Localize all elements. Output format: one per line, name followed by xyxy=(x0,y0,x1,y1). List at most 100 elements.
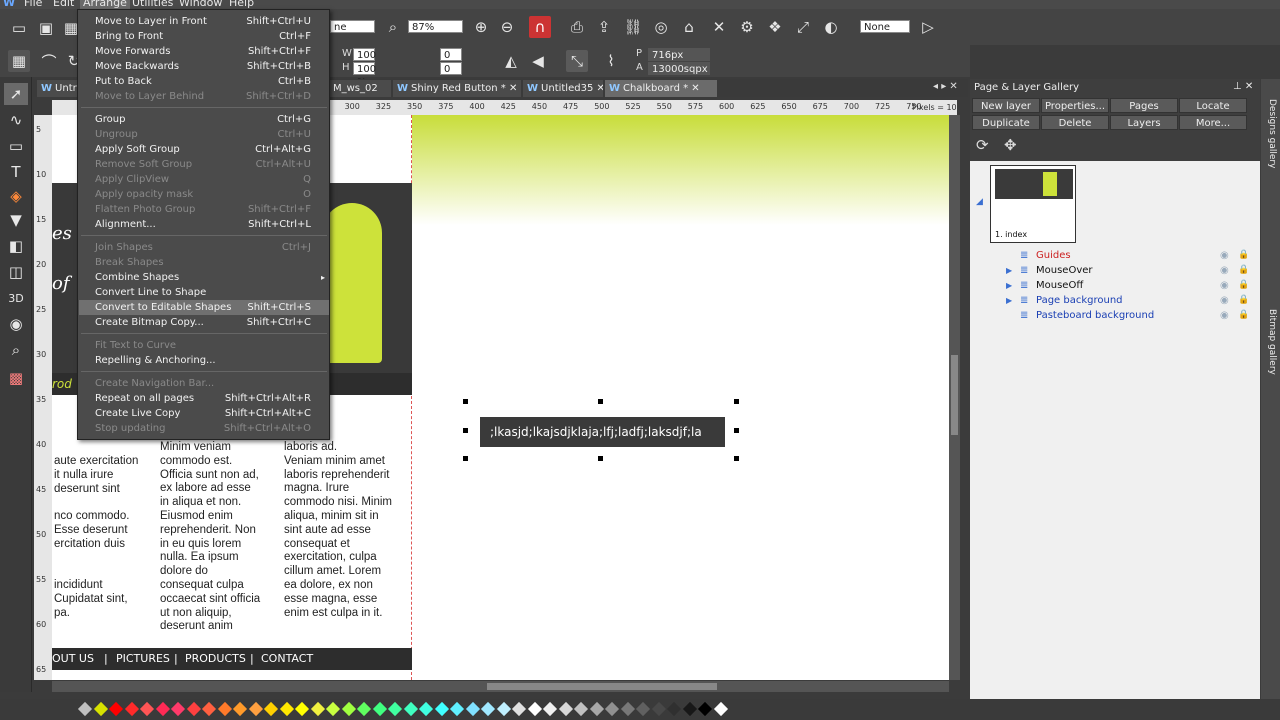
layer-row[interactable]: ▶ ≣ MouseOver ◉ 🔒 xyxy=(1006,263,1250,278)
menu-item-0[interactable]: Move to Layer in Front Shift+Ctrl+U xyxy=(79,14,329,29)
shape-editor-tool-icon[interactable]: ∿ xyxy=(4,109,28,131)
color-swatch[interactable] xyxy=(310,701,325,717)
rotation-field[interactable]: 0 xyxy=(440,48,462,61)
menu-item-19[interactable]: Create Bitmap Copy... Shift+Ctrl+C xyxy=(79,315,329,330)
menu-item-24[interactable]: Create Live Copy Shift+Ctrl+Alt+C xyxy=(79,406,329,421)
layer-row[interactable]: ▶ ≣ MouseOff ◉ 🔒 xyxy=(1006,278,1250,293)
transparency-tool-icon[interactable]: ▼ xyxy=(4,209,28,231)
lock-icon[interactable]: 🔒 xyxy=(1238,293,1249,308)
object-icon[interactable]: ❖ xyxy=(764,16,786,38)
menu-item-8[interactable]: Apply Soft Group Ctrl+Alt+G xyxy=(79,142,329,157)
color-swatch[interactable] xyxy=(372,701,387,717)
color-swatch[interactable] xyxy=(620,701,635,717)
duplicate-button[interactable]: Duplicate xyxy=(972,115,1040,130)
color-swatch[interactable] xyxy=(434,701,449,717)
visibility-eye-icon[interactable]: ◉ xyxy=(1220,278,1229,293)
flip-vertical-icon[interactable]: ◀ xyxy=(527,50,549,72)
menu-item-18[interactable]: Convert to Editable Shapes Shift+Ctrl+S xyxy=(79,300,329,315)
horizontal-scrollbar[interactable] xyxy=(52,681,949,692)
zoom-tool-icon[interactable]: ⌕ xyxy=(4,339,28,361)
width-percent[interactable]: 100 % xyxy=(353,48,376,74)
color-swatch[interactable] xyxy=(387,701,403,717)
expand-icon[interactable]: ▶ xyxy=(1006,263,1012,278)
color-swatch[interactable] xyxy=(682,701,697,717)
menu-help[interactable]: Help xyxy=(229,0,254,9)
menu-window[interactable]: Window xyxy=(179,0,222,9)
menu-item-1[interactable]: Bring to Front Ctrl+F xyxy=(79,29,329,44)
close-doc-icon[interactable]: ✕ xyxy=(708,16,730,38)
color-swatch[interactable] xyxy=(139,701,155,717)
nav-about[interactable]: OUT US xyxy=(52,648,94,670)
new-layer-button[interactable]: New layer xyxy=(972,98,1040,113)
color-swatch[interactable] xyxy=(93,701,108,717)
nav-pictures[interactable]: PICTURES xyxy=(116,648,170,670)
color-swatch[interactable] xyxy=(186,701,201,717)
rectangle-tool-icon[interactable]: ▭ xyxy=(4,135,28,157)
bevel-tool-icon[interactable]: ◫ xyxy=(4,261,28,283)
color-swatch[interactable] xyxy=(217,701,232,717)
nav-contact[interactable]: CONTACT xyxy=(261,648,313,670)
menu-utilities[interactable]: Utilities xyxy=(132,0,173,9)
export-icon[interactable]: ⇪ xyxy=(593,16,615,38)
selector-mode-icon[interactable]: ▦ xyxy=(8,50,30,72)
color-swatch[interactable] xyxy=(651,701,666,717)
zoom-out-icon[interactable]: ⊖ xyxy=(496,16,518,38)
3d-tool-icon[interactable]: 3D xyxy=(4,287,28,309)
color-swatch[interactable] xyxy=(248,701,263,717)
color-swatch[interactable] xyxy=(713,701,728,717)
selector-tool-icon[interactable]: ➚ xyxy=(4,83,28,105)
delete-button[interactable]: Delete xyxy=(1041,115,1109,130)
shadow-tool-icon[interactable]: ◧ xyxy=(4,235,28,257)
menu-item-23[interactable]: Repeat on all pages Shift+Ctrl+Alt+R xyxy=(79,391,329,406)
properties-button[interactable]: Properties... xyxy=(1041,98,1109,113)
expand-page-icon[interactable]: ◢ xyxy=(976,197,983,207)
menu-item-21[interactable]: Repelling & Anchoring... xyxy=(79,353,329,368)
text-tool-icon[interactable]: T xyxy=(4,161,28,183)
zoom-select[interactable]: 87% xyxy=(408,20,463,33)
menu-item-13[interactable]: Alignment... Shift+Ctrl+L xyxy=(79,217,329,232)
color-swatch[interactable] xyxy=(77,701,93,717)
lock-icon[interactable]: 🔒 xyxy=(1238,278,1249,293)
color-swatch[interactable] xyxy=(480,701,496,717)
menu-item-17[interactable]: Convert Line to Shape xyxy=(79,285,329,300)
menu-arrange[interactable]: Arrange xyxy=(80,0,130,9)
visibility-eye-icon[interactable]: ◉ xyxy=(1220,308,1229,323)
color-swatch[interactable] xyxy=(527,701,542,717)
layer-row[interactable]: ≣ Pasteboard background ◉ 🔒 xyxy=(1010,308,1250,323)
menu-item-4[interactable]: Put to Back Ctrl+B xyxy=(79,74,329,89)
menu-edit[interactable]: Edit xyxy=(53,0,74,9)
quality-select[interactable]: ne xyxy=(330,20,375,33)
color-swatch[interactable] xyxy=(449,701,465,717)
tab-chalkboard[interactable]: W Chalkboard * ✕ xyxy=(605,80,717,97)
visibility-eye-icon[interactable]: ◉ xyxy=(1220,263,1229,278)
color-swatch[interactable] xyxy=(279,701,294,717)
color-swatch[interactable] xyxy=(511,701,527,717)
link-icon[interactable]: ⛓ xyxy=(622,16,644,38)
tab-shiny-red-button[interactable]: W Shiny Red Button * ✕ xyxy=(393,80,521,97)
color-swatch[interactable] xyxy=(635,701,651,717)
flip-horizontal-icon[interactable]: ◭ xyxy=(500,50,522,72)
color-swatch[interactable] xyxy=(604,701,620,717)
page-thumbnail[interactable]: 1. index xyxy=(990,165,1076,243)
settings-icon[interactable]: ⚙ xyxy=(736,16,758,38)
color-swatch[interactable] xyxy=(666,701,682,717)
menu-item-6[interactable]: Group Ctrl+G xyxy=(79,112,329,127)
color-swatch[interactable] xyxy=(418,701,434,717)
feather-select[interactable]: None xyxy=(860,20,910,33)
locate-button[interactable]: Locate xyxy=(1179,98,1247,113)
menu-item-16[interactable]: Combine Shapes ▸ xyxy=(79,270,329,285)
layer-row[interactable]: ≣ Guides ◉ 🔒 xyxy=(1010,248,1250,263)
mask-icon[interactable]: ◐ xyxy=(820,16,842,38)
skew-field[interactable]: 0 xyxy=(440,62,462,75)
pages-button[interactable]: Pages xyxy=(1110,98,1178,113)
tag-icon[interactable]: ⌇ xyxy=(600,50,622,72)
zoom-in-icon[interactable]: ⊕ xyxy=(470,16,492,38)
tab-ws02[interactable]: M_ws_02 xyxy=(329,80,391,97)
menu-file[interactable]: File xyxy=(24,0,42,9)
lock-icon[interactable]: 🔒 xyxy=(1238,248,1249,263)
selection-handles[interactable] xyxy=(463,399,739,461)
refresh-icon[interactable]: ⟳ xyxy=(976,136,989,154)
color-swatch[interactable] xyxy=(465,701,480,717)
expand-icon[interactable]: ▶ xyxy=(1006,278,1012,293)
color-swatch[interactable] xyxy=(108,701,124,717)
